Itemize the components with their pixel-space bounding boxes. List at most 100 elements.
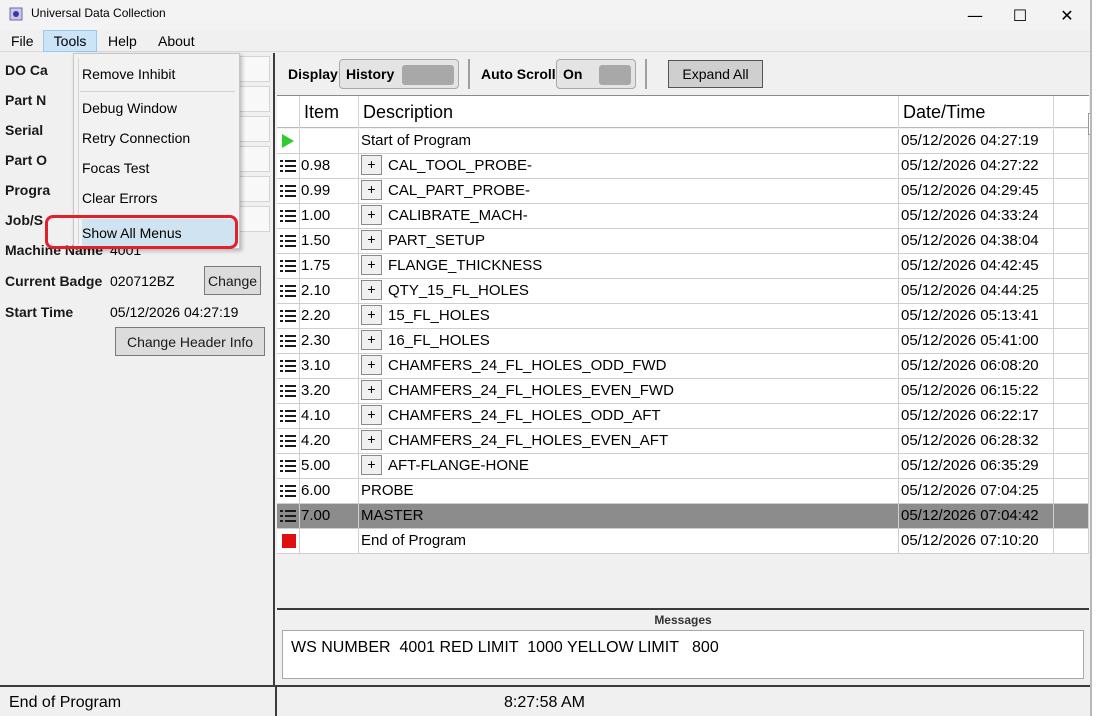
table-row[interactable]: End of Program 05/12/2026 07:10:20 [277,529,1089,554]
display-label: Display [288,66,338,82]
display-toggle-knob [402,65,454,85]
row-extra-cell [1054,129,1089,153]
list-icon[interactable] [280,410,296,422]
expand-row-button[interactable]: + [361,280,382,301]
table-row[interactable]: 2.30 +16_FL_HOLES 05/12/2026 05:41:00 [277,329,1089,354]
header-item[interactable]: Item [300,96,359,128]
row-icon-cell [277,529,300,553]
menu-item-remove-inhibit[interactable]: Remove Inhibit [82,60,237,88]
table-row[interactable]: 7.00 MASTER 05/12/2026 07:04:42 [277,504,1089,529]
row-datetime: 05/12/2026 07:04:25 [899,479,1054,503]
header-description[interactable]: Description [359,96,899,128]
table-row[interactable]: 0.98 + CAL_TOOL_PROBE- 05/12/2026 04:27:22 [277,154,1089,179]
menu-help[interactable]: Help [108,30,137,52]
list-icon[interactable] [280,435,296,447]
row-extra-cell [1054,404,1089,428]
table-row[interactable]: 4.10 + CHAMFERS_24_FL_HOLES_ODD_AFT 05/12/2… [277,404,1089,429]
table-row[interactable]: 1.50 + PART_SETUP 05/12/2026 04:38:04 [277,229,1089,254]
table-row[interactable]: 2.10 + QTY_15_FL_HOLES 05/12/2026 04:44:25 [277,279,1089,304]
list-icon[interactable] [280,285,296,297]
list-icon[interactable] [280,485,296,497]
list-icon[interactable] [280,185,296,197]
expand-row-button[interactable]: + [361,380,382,401]
label-part-n: Part N [5,92,47,108]
row-item: 2.30 [300,329,359,353]
label-serial: Serial [5,122,44,138]
row-datetime: 05/12/2026 07:04:42 [899,504,1054,528]
menu-item-clear-errors[interactable]: Clear Errors [82,184,237,212]
table-row[interactable]: 1.00 + CALIBRATE_MACH- 05/12/2026 04:33:24 [277,204,1089,229]
expand-row-button[interactable]: + [361,155,382,176]
row-datetime: 05/12/2026 04:44:25 [899,279,1054,303]
menu-tools[interactable]: Tools [43,30,97,52]
row-icon-cell [277,429,300,453]
toolbar: Display History Auto Scroll On Expand Al… [277,53,1090,95]
row-datetime: 05/12/2026 06:35:29 [899,454,1054,478]
table-row[interactable]: 6.00 PROBE 05/12/2026 07:04:25 [277,479,1089,504]
minimize-button[interactable]: — [952,0,998,30]
row-description: Start of Program [359,129,899,153]
row-icon-cell [277,304,300,328]
menu-about[interactable]: About [158,30,195,52]
row-description: PROBE [359,479,899,503]
expand-row-button[interactable]: + [361,405,382,426]
row-icon-cell [277,229,300,253]
row-datetime: 05/12/2026 05:13:41 [899,304,1054,328]
row-description-text: CHAMFERS_24_FL_HOLES_ODD_FWD [388,357,667,374]
row-icon-cell [277,354,300,378]
display-toggle[interactable]: History [339,59,459,89]
status-bar: End of Program 8:27:58 AM [0,685,1090,716]
table-row[interactable]: 3.10 + CHAMFERS_24_FL_HOLES_ODD_FWD 05/12/2… [277,354,1089,379]
table-row[interactable]: 3.20 + CHAMFERS_24_FL_HOLES_EVEN_FWD 05/12/… [277,379,1089,404]
table-row[interactable]: 2.20 +15_FL_HOLES 05/12/2026 05:13:41 [277,304,1089,329]
row-description-text: End of Program [361,532,467,549]
row-datetime: 05/12/2026 04:27:19 [899,129,1054,153]
table-row[interactable]: 1.75 + FLANGE_THICKNESS 05/12/2026 04:42:45 [277,254,1089,279]
list-icon[interactable] [280,510,296,522]
expand-row-button[interactable]: + [361,255,382,276]
expand-row-button[interactable]: + [361,305,382,326]
row-description: + CHAMFERS_24_FL_HOLES_EVEN_FWD [359,379,899,403]
maximize-button[interactable]: ☐ [997,0,1043,30]
close-button[interactable]: ✕ [1044,0,1090,30]
expand-row-button[interactable]: + [361,430,382,451]
expand-row-button[interactable]: + [361,355,382,376]
table-row[interactable]: Start of Program 05/12/2026 04:27:19 [277,129,1089,154]
table-row[interactable]: 4.20 + CHAMFERS_24_FL_HOLES_EVEN_AFT 05/12/… [277,429,1089,454]
table-row[interactable]: 5.00 + AFT-FLANGE-HONE 05/12/2026 06:35:29 [277,454,1089,479]
menu-item-debug-window[interactable]: Debug Window [82,94,237,122]
list-icon[interactable] [280,260,296,272]
list-icon[interactable] [280,210,296,222]
menu-item-retry-connection[interactable]: Retry Connection [82,124,237,152]
auto-scroll-toggle[interactable]: On [556,59,636,89]
menu-item-focas-test[interactable]: Focas Test [82,154,237,182]
program-grid: Item Description Date/Time Start of Prog… [277,95,1089,607]
label-do-ca: DO Ca [5,62,48,78]
expand-all-button[interactable]: Expand All [668,60,763,88]
list-icon[interactable] [280,385,296,397]
expand-row-button[interactable]: + [361,205,382,226]
change-header-info-button[interactable]: Change Header Info [115,327,265,356]
list-icon[interactable] [280,360,296,372]
list-icon[interactable] [280,160,296,172]
status-text: End of Program [9,694,122,711]
row-item [300,129,359,153]
row-description: + CAL_TOOL_PROBE- [359,154,899,178]
list-icon[interactable] [280,335,296,347]
list-icon[interactable] [280,310,296,322]
expand-row-button[interactable]: + [361,180,382,201]
auto-scroll-label: Auto Scroll [481,66,556,82]
row-description: + CHAMFERS_24_FL_HOLES_ODD_FWD [359,354,899,378]
change-badge-button[interactable]: Change [204,266,261,295]
expand-row-button[interactable]: + [361,455,382,476]
row-item: 4.20 [300,429,359,453]
menu-bar: File Tools Help About [0,30,1090,52]
expand-row-button[interactable]: + [361,330,382,351]
list-icon[interactable] [280,235,296,247]
header-datetime[interactable]: Date/Time [899,96,1054,128]
table-row[interactable]: 0.99 + CAL_PART_PROBE- 05/12/2026 04:29:45 [277,179,1089,204]
menu-file[interactable]: File [11,30,34,52]
expand-row-button[interactable]: + [361,230,382,251]
row-description-text: 15_FL_HOLES [388,307,490,324]
list-icon[interactable] [280,460,296,472]
